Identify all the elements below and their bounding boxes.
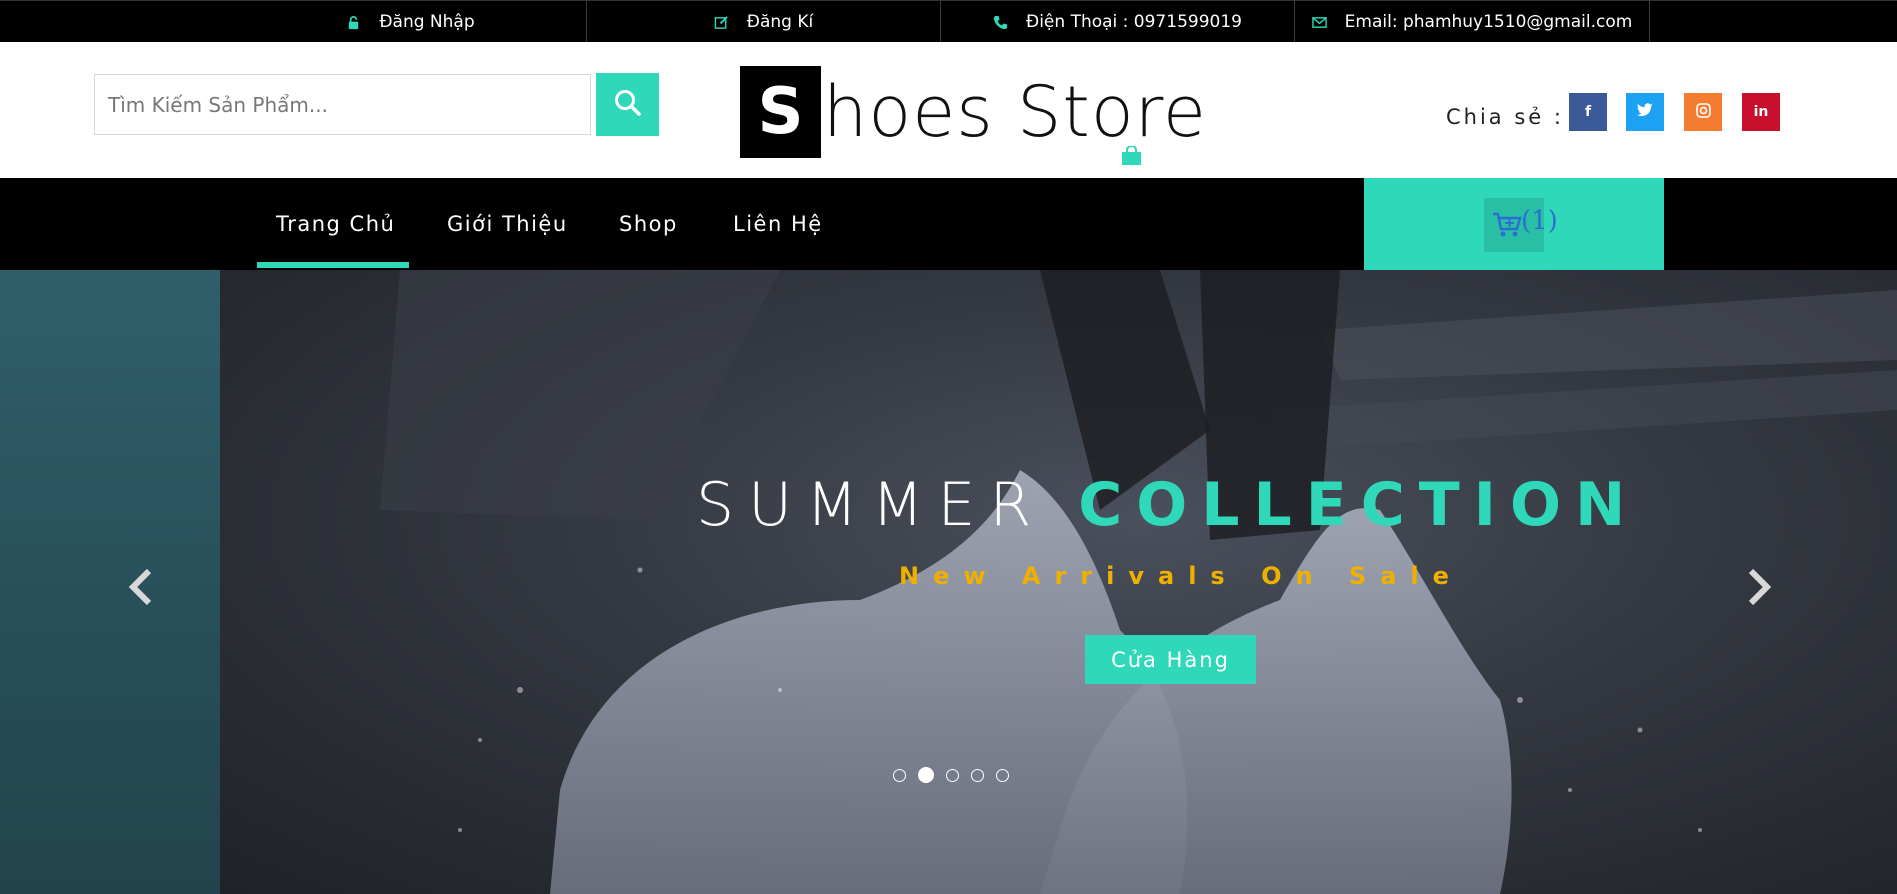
edit-icon: [714, 15, 729, 30]
slider-dot[interactable]: [971, 768, 984, 782]
cart-icon: [1492, 212, 1522, 242]
chevron-right-icon[interactable]: [1745, 565, 1775, 609]
header: Tìm Kiếm Sản Phẩm... S hoes Store Chia s…: [0, 42, 1897, 178]
cart-count: (1): [1521, 206, 1558, 236]
login-label: Đăng Nhập: [379, 12, 475, 32]
instagram-icon: [1695, 102, 1711, 122]
slider-dots: [893, 767, 1021, 783]
logo-letter: S: [740, 65, 821, 158]
slider-dot[interactable]: [996, 768, 1009, 782]
facebook-icon: f: [1584, 104, 1592, 120]
nav-item-label: Giới Thiệu: [447, 212, 568, 236]
facebook-button[interactable]: f: [1569, 93, 1607, 131]
twitter-icon: [1637, 103, 1653, 121]
linkedin-icon: in: [1753, 104, 1769, 120]
hero-title: SUMMER COLLECTION: [696, 470, 1639, 540]
register-link[interactable]: Đăng Kí: [587, 1, 941, 43]
email-info[interactable]: Email: phamhuy1510@gmail.com: [1295, 1, 1650, 43]
phone-info: Điện Thoại : 0971599019: [941, 1, 1295, 43]
shopping-bag-icon[interactable]: [1121, 145, 1142, 170]
hero-subtitle: New Arrivals On Sale: [899, 562, 1463, 590]
phone-icon: [993, 15, 1008, 30]
hero-slider: SUMMER COLLECTION New Arrivals On Sale C…: [0, 270, 1897, 894]
share-label: Chia sẻ :: [1446, 105, 1564, 129]
top-bar: Đăng Nhập Đăng Kí Điện Thoại : 097159901…: [0, 0, 1897, 43]
shop-now-button[interactable]: Cửa Hàng: [1085, 635, 1256, 684]
nav-item-home[interactable]: Trang Chủ: [276, 178, 395, 270]
cart-area[interactable]: (1): [1364, 178, 1664, 270]
nav-item-label: Shop: [619, 212, 678, 236]
login-link[interactable]: Đăng Nhập: [235, 1, 587, 43]
instagram-button[interactable]: [1684, 93, 1722, 131]
nav-item-shop[interactable]: Shop: [619, 178, 678, 270]
search-input[interactable]: Tìm Kiếm Sản Phẩm...: [94, 74, 591, 135]
nav-item-label: Liên Hệ: [733, 212, 823, 236]
register-label: Đăng Kí: [746, 12, 814, 32]
phone-label: Điện Thoại : 0971599019: [1026, 12, 1242, 32]
hero-title-accent: COLLECTION: [1078, 470, 1640, 540]
chevron-left-icon[interactable]: [125, 565, 155, 609]
twitter-button[interactable]: [1626, 93, 1664, 131]
nav-active-indicator: [257, 262, 409, 268]
hero-title-plain: SUMMER: [696, 470, 1046, 540]
search-button[interactable]: [596, 73, 659, 136]
hero-side-panel: [0, 270, 220, 894]
logo-text: hoes Store: [823, 70, 1207, 153]
email-label: Email: phamhuy1510@gmail.com: [1344, 12, 1633, 32]
nav-item-about[interactable]: Giới Thiệu: [447, 178, 568, 270]
lock-icon: [346, 15, 361, 30]
slider-dot[interactable]: [893, 768, 906, 782]
envelope-icon: [1311, 15, 1327, 30]
linkedin-button[interactable]: in: [1742, 93, 1780, 131]
nav-item-label: Trang Chủ: [276, 212, 396, 236]
search-icon: [613, 88, 643, 122]
nav-item-contact[interactable]: Liên Hệ: [733, 178, 823, 270]
slider-dot-active[interactable]: [918, 767, 934, 783]
slider-dot[interactable]: [946, 768, 959, 782]
logo[interactable]: S hoes Store: [740, 64, 1207, 159]
search-placeholder: Tìm Kiếm Sản Phẩm...: [108, 92, 328, 117]
